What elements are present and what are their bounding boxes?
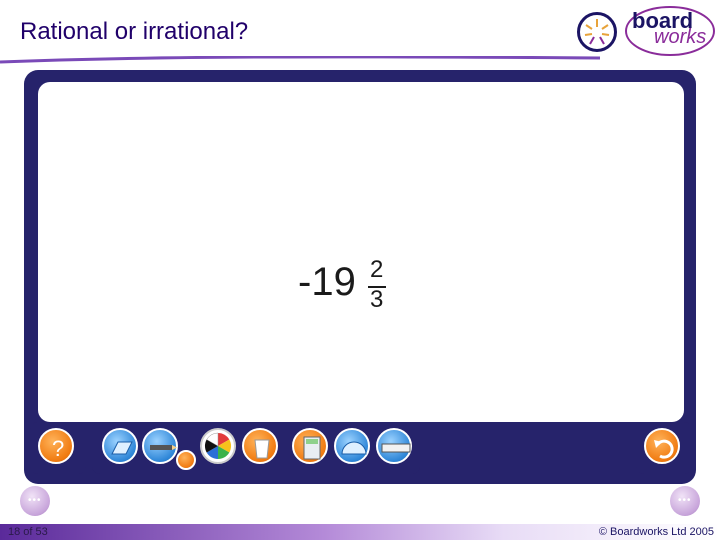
pencil-icon[interactable]: [142, 428, 178, 464]
help-question-icon[interactable]: ?: [38, 428, 74, 464]
logo-text-works: works: [654, 26, 707, 48]
parallelogram-icon[interactable]: [102, 428, 138, 464]
protractor-icon[interactable]: [334, 428, 370, 464]
curve-tool-icon[interactable]: [176, 450, 196, 470]
slide-counter: 18 of 53: [8, 526, 48, 538]
undo-arrow-icon[interactable]: [644, 428, 680, 464]
whole-part: -19: [298, 260, 356, 304]
page-title: Rational or irrational?: [20, 18, 249, 45]
fraction-denominator: 3: [370, 286, 384, 313]
boardworks-logo: board works: [624, 4, 716, 58]
title-underline: [0, 56, 600, 64]
color-wheel-icon[interactable]: [200, 428, 236, 464]
previous-slide-button[interactable]: •••: [20, 486, 50, 516]
svg-text:?: ?: [52, 436, 64, 461]
lightbulb-logo-icon: [577, 12, 617, 52]
activity-canvas: [38, 82, 684, 422]
copyright: © Boardworks Ltd 2005: [598, 526, 714, 538]
next-slide-button[interactable]: •••: [670, 486, 700, 516]
calculator-icon[interactable]: [292, 428, 328, 464]
ruler-icon[interactable]: [376, 428, 412, 464]
fraction-numerator: 2: [370, 256, 384, 283]
trash-bin-icon[interactable]: [242, 428, 278, 464]
